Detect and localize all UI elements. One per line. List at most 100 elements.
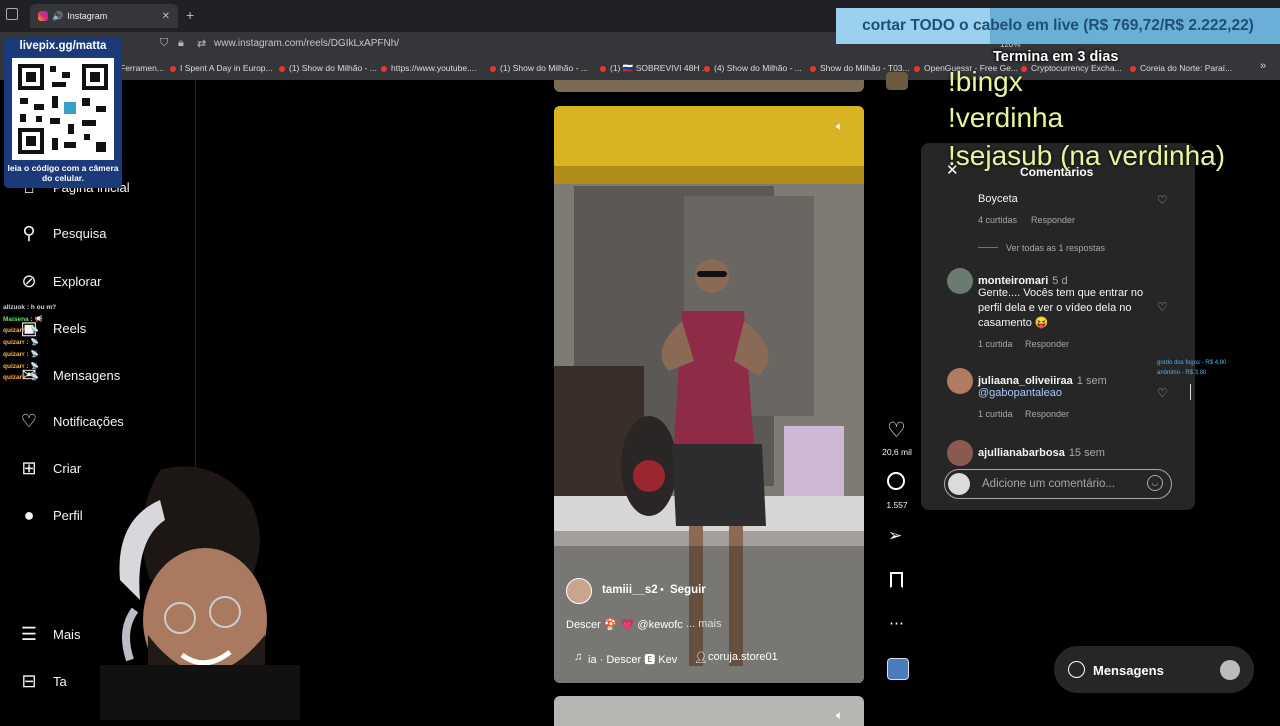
bookmark-item[interactable]: (1) Show do Milhão - ... — [279, 63, 377, 73]
bookmarks-overflow-icon[interactable]: » — [1260, 60, 1266, 72]
qr-code-graphic — [18, 64, 108, 154]
bookmark-item[interactable]: (1) Show do Milhão - ... — [490, 63, 588, 73]
chat-text: 📡 — [30, 350, 39, 358]
browser-tab-instagram[interactable]: 🔊 Instagram ✕ — [30, 4, 178, 28]
comment-text: Boyceta — [978, 193, 1018, 205]
reel-audio-thumbnail[interactable] — [887, 658, 909, 680]
comment-reply-link[interactable]: Responder — [1025, 339, 1069, 349]
messages-label: Mensagens — [1093, 663, 1164, 678]
reel-tagged-user[interactable]: coruja.store01 — [708, 651, 778, 663]
comment-likes[interactable]: 1 curtida — [978, 409, 1013, 419]
sidebar-item-notifica-es[interactable]: ♡ Notificações — [18, 410, 124, 432]
bookmark-item[interactable]: https://www.youtube.... — [381, 63, 477, 73]
comment-avatar[interactable] — [947, 268, 973, 294]
comment-avatar[interactable] — [947, 368, 973, 394]
reel-author-avatar[interactable] — [566, 578, 592, 604]
new-tab-button[interactable]: + — [186, 7, 194, 23]
music-note-icon: ♫ — [574, 651, 583, 663]
webcam-feed — [60, 460, 320, 725]
comment-like-icon[interactable]: ♡ — [1157, 300, 1168, 314]
bookmark-label: (4) Show do Milhão - ... — [714, 63, 802, 73]
comment-bubble-icon[interactable] — [887, 472, 905, 490]
likes-count: 20,6 mil — [882, 447, 912, 457]
bookmark-item[interactable]: Coreia do Norte: Paraí... — [1130, 63, 1232, 73]
reel-caption: Descer 🍄 💗 @kewofc — [566, 619, 683, 631]
view-replies-link[interactable]: Ver todas as 1 respostas — [1006, 243, 1105, 253]
audio-toggle-icon[interactable]: 🔈︎ — [836, 119, 843, 134]
comment-avatar[interactable] — [947, 440, 973, 466]
sidebar-item-label: Mensagens — [53, 367, 121, 383]
chat-text: 📡 — [30, 327, 39, 335]
dot-separator: • — [660, 584, 664, 596]
sidebar-item-label: Explorar — [53, 273, 102, 289]
next-reel-preview[interactable] — [554, 696, 864, 726]
reel-audio[interactable]: ia · Descer 🅴 Kev — [588, 651, 677, 667]
save-bookmark-icon[interactable] — [890, 572, 903, 588]
emoji-icon[interactable]: ◡ — [1147, 475, 1163, 491]
bookmark-item[interactable]: I Spent A Day in Europ... — [170, 63, 273, 73]
profile-icon: ● — [23, 504, 35, 525]
sidebar-item-explorar[interactable]: ⊘ Explorar — [18, 270, 101, 292]
chat-text: 📡 — [30, 339, 39, 347]
livepix-url: livepix.gg/matta — [19, 40, 107, 52]
bookmark-favicon-icon — [1130, 65, 1136, 72]
chat-text: 📢 — [34, 315, 43, 323]
threads-icon: ⊟ — [21, 670, 37, 691]
reel-author-username[interactable]: tamiii__s2 — [602, 584, 658, 596]
chat-text: 📡 — [30, 362, 39, 370]
donation-entry: anônimo - R$ 3,80 — [1157, 370, 1207, 376]
donation-entry: gordo dos fogos - R$ 4,80 — [1157, 360, 1227, 366]
chat-text: 📡 — [30, 374, 39, 382]
bookmark-item[interactable]: (4) Show do Milhão - ... — [704, 63, 802, 73]
tab-list-icon[interactable] — [6, 8, 18, 20]
follow-button[interactable]: Seguir — [670, 584, 706, 596]
add-comment-input[interactable]: Adicione um comentário... — [982, 478, 1115, 490]
previous-reel-preview[interactable] — [554, 80, 864, 92]
comment-text: Gente.... Vocês tem que entrar no perfil… — [978, 287, 1144, 329]
lock-icon[interactable]: 🔒︎ — [178, 37, 184, 50]
chat-message: quizarr : 📡 — [3, 374, 39, 382]
goal-countdown: Termina em 3 dias — [993, 49, 1119, 65]
comment-username[interactable]: ajullianabarbosa — [978, 447, 1065, 459]
next-reel-audio-icon[interactable]: 🔈︎ — [836, 708, 843, 723]
url-text[interactable]: www.instagram.com/reels/DGIkLxAPFNh/ — [214, 38, 399, 49]
bookmark-label: https://www.youtube.... — [391, 63, 477, 73]
bookmark-favicon-icon — [490, 65, 496, 72]
bookmark-item[interactable]: (1) 🇷🇺 SOBREVIVI 48H ... — [600, 63, 709, 74]
comments-count: 1.557 — [886, 500, 908, 510]
reel-video[interactable] — [554, 106, 864, 683]
streamer-webcam — [100, 466, 300, 725]
bookmark-label: Coreia do Norte: Paraí... — [1140, 63, 1233, 73]
comment-likes[interactable]: 1 curtida — [978, 339, 1013, 349]
bookmark-label: I Spent A Day in Europ... — [180, 63, 273, 73]
comment-reply-link[interactable]: Responder — [1025, 409, 1069, 419]
comment-like-icon[interactable]: ♡ — [1157, 193, 1168, 207]
chat-username: quizarr — [3, 350, 25, 358]
previous-reel-audio-thumbnail[interactable] — [886, 72, 908, 90]
comment-likes[interactable]: 4 curtidas — [978, 215, 1017, 225]
comment-like-icon[interactable]: ♡ — [1157, 386, 1168, 400]
bookmark-label: (1) Show do Milhão - ... — [500, 63, 588, 73]
site-settings-icon[interactable]: ⇄ — [197, 37, 206, 50]
comment-reply-link[interactable]: Responder — [1031, 215, 1075, 225]
caption-more-link[interactable]: ... mais — [686, 618, 721, 630]
chat-message: allzuok : h ou m? — [3, 304, 56, 312]
share-send-icon[interactable]: ➢ — [888, 526, 902, 546]
chat-username: quizarr — [3, 339, 25, 347]
sidebar-item-pesquisa[interactable]: ⚲ Pesquisa — [18, 222, 106, 244]
plus-square-icon: ⊞ — [21, 457, 37, 478]
bookmark-label: Ferramen... — [120, 63, 164, 73]
instagram-favicon-icon — [38, 11, 48, 21]
bookmark-favicon-icon — [279, 65, 285, 72]
comment-text: @gabopantaleao — [978, 387, 1062, 399]
chat-username: allzuok — [3, 304, 26, 311]
chat-message: Maisena : 📢 — [3, 316, 43, 324]
sidebar-item-label: Notificações — [53, 413, 124, 429]
more-options-icon[interactable]: ⋯ — [889, 614, 904, 632]
chat-command-3: !sejasub (na verdinha) — [948, 140, 1226, 171]
close-tab-icon[interactable]: ✕ — [162, 11, 170, 22]
comments-scrollbar[interactable] — [1190, 384, 1191, 400]
like-heart-icon[interactable]: ♡ — [887, 418, 906, 443]
chat-message: quizarr : 📡 — [3, 327, 39, 335]
shield-icon[interactable]: ⛉ — [160, 37, 168, 50]
